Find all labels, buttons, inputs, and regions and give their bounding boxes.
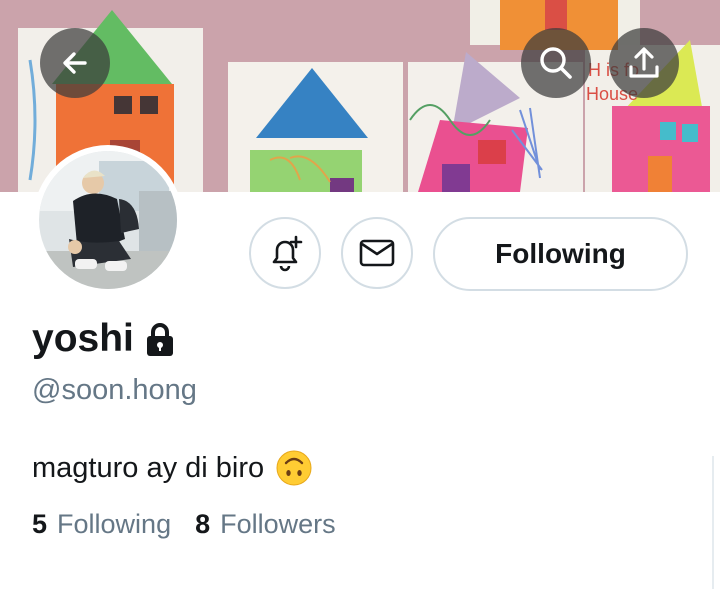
notifications-button[interactable] — [249, 217, 321, 289]
following-stat-link[interactable]: 5 Following — [32, 509, 171, 540]
search-icon — [540, 47, 572, 79]
following-button[interactable]: Following — [433, 217, 688, 291]
back-arrow-icon — [63, 52, 87, 74]
follow-stats: 5 Following 8 Followers — [32, 509, 336, 540]
share-icon — [629, 47, 659, 78]
share-button[interactable] — [609, 28, 679, 98]
followers-label: Followers — [220, 509, 336, 539]
followers-stat-link[interactable]: 8 Followers — [195, 509, 336, 540]
avatar-photo — [39, 151, 177, 289]
bio: magturo ay di biro — [32, 450, 312, 486]
name-row: yoshi — [32, 317, 176, 361]
back-button[interactable] — [40, 28, 110, 98]
user-handle: @soon.hong — [32, 374, 197, 406]
bio-text: magturo ay di biro — [32, 451, 265, 484]
followers-count: 8 — [195, 509, 211, 539]
message-button[interactable] — [341, 217, 413, 289]
lock-icon — [144, 321, 176, 357]
following-count: 5 — [32, 509, 48, 539]
display-name: yoshi — [32, 317, 134, 360]
envelope-icon — [359, 239, 395, 267]
upside-down-face-emoji-icon — [276, 450, 312, 486]
bell-plus-icon — [272, 235, 303, 272]
following-label: Following — [57, 509, 172, 539]
avatar[interactable] — [33, 145, 183, 295]
search-button[interactable] — [521, 28, 591, 98]
divider — [712, 456, 714, 589]
